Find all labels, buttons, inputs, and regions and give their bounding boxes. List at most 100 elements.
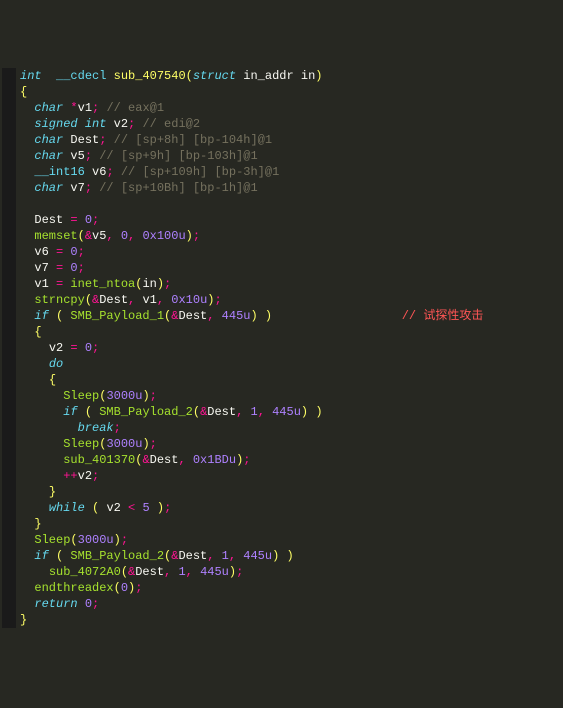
line-gutter	[2, 372, 16, 388]
line-gutter	[2, 292, 16, 308]
token-fn: SMB_Payload_1	[70, 309, 164, 323]
token-paren: {	[34, 325, 41, 339]
code-line: char v7; // [sp+10Bh] [bp-1h]@1	[0, 180, 563, 196]
token-op: ;	[236, 565, 243, 579]
token-op: ;	[106, 165, 113, 179]
token-op: ;	[214, 293, 221, 307]
token-var: Dest	[99, 293, 128, 307]
line-gutter	[2, 196, 16, 212]
token-plain	[20, 229, 34, 243]
code-line: strncpy(&Dest, v1, 0x10u);	[0, 292, 563, 308]
token-num: 3000u	[78, 533, 114, 547]
token-op: ,	[164, 565, 171, 579]
token-kw: if	[34, 309, 48, 323]
token-plain	[20, 357, 49, 371]
code-line: do	[0, 356, 563, 372]
code-line: {	[0, 372, 563, 388]
token-plain	[20, 437, 63, 451]
token-num: 445u	[272, 405, 301, 419]
token-plain	[171, 565, 178, 579]
token-plain	[20, 213, 34, 227]
line-gutter	[2, 452, 16, 468]
token-op: ;	[164, 277, 171, 291]
token-num: 0x10u	[171, 293, 207, 307]
token-var: v7	[70, 181, 84, 195]
token-kw: int	[20, 69, 42, 83]
token-plain	[20, 245, 34, 259]
token-kw: while	[49, 501, 85, 515]
token-plain	[78, 117, 85, 131]
code-line: if ( SMB_Payload_2(&Dest, 1, 445u) )	[0, 548, 563, 564]
token-num: 0	[85, 341, 92, 355]
token-plain	[106, 117, 113, 131]
token-plain	[20, 149, 34, 163]
token-num: 445u	[200, 565, 229, 579]
token-plain	[114, 165, 121, 179]
token-comment: // [sp+109h] [bp-3h]@1	[121, 165, 279, 179]
token-var: Dest	[150, 453, 179, 467]
line-gutter	[2, 580, 16, 596]
token-op: ,	[229, 549, 236, 563]
token-plain	[20, 453, 63, 467]
token-plain	[78, 213, 85, 227]
line-gutter	[2, 180, 16, 196]
token-plain	[85, 501, 92, 515]
token-plain	[78, 405, 85, 419]
token-paren: )	[265, 309, 272, 323]
code-line: if ( SMB_Payload_2(&Dest, 1, 445u) )	[0, 404, 563, 420]
token-num: 0x100u	[142, 229, 185, 243]
token-fn: SMB_Payload_2	[99, 405, 193, 419]
token-op: ,	[157, 293, 164, 307]
token-op: ,	[258, 405, 265, 419]
token-paren: }	[20, 613, 27, 627]
token-fn: sub_4072A0	[49, 565, 121, 579]
line-gutter	[2, 468, 16, 484]
token-paren: )	[186, 229, 193, 243]
line-gutter	[2, 532, 16, 548]
token-paren: )	[315, 405, 322, 419]
token-comment: // [sp+10Bh] [bp-1h]@1	[99, 181, 257, 195]
token-var: v2	[78, 469, 92, 483]
token-plain	[186, 453, 193, 467]
token-comment: // edi@2	[142, 117, 200, 131]
token-plain	[20, 309, 34, 323]
code-line: Dest = 0;	[0, 212, 563, 228]
token-op: ,	[186, 565, 193, 579]
token-paren: )	[157, 501, 164, 515]
token-paren: (	[121, 565, 128, 579]
token-plain	[265, 405, 272, 419]
token-type: __int16	[34, 165, 84, 179]
token-plain	[193, 565, 200, 579]
token-kw: if	[34, 549, 48, 563]
token-plain	[20, 389, 63, 403]
token-op: &	[128, 565, 135, 579]
line-gutter	[2, 548, 16, 564]
token-plain	[106, 133, 113, 147]
token-plain	[49, 261, 56, 275]
token-plain	[20, 501, 49, 515]
decompiler-view: int __cdecl sub_407540(struct in_addr in…	[0, 68, 563, 628]
token-num: 0	[85, 597, 92, 611]
token-plain	[20, 597, 34, 611]
token-var: Dest	[178, 549, 207, 563]
token-op: &	[142, 453, 149, 467]
token-kw: do	[49, 357, 63, 371]
token-plain	[20, 421, 78, 435]
token-plain	[20, 293, 34, 307]
token-op: ;	[92, 341, 99, 355]
code-line: v2 = 0;	[0, 340, 563, 356]
token-op: ;	[85, 149, 92, 163]
code-line: }	[0, 516, 563, 532]
token-op: *	[70, 101, 77, 115]
token-num: 1	[250, 405, 257, 419]
line-gutter	[2, 324, 16, 340]
code-line: char Dest; // [sp+8h] [bp-104h]@1	[0, 132, 563, 148]
token-var: v1	[142, 293, 156, 307]
code-line: Sleep(3000u);	[0, 532, 563, 548]
token-plain	[20, 405, 63, 419]
line-gutter	[2, 164, 16, 180]
token-plain	[106, 69, 113, 83]
code-line: sub_401370(&Dest, 0x1BDu);	[0, 452, 563, 468]
token-op: =	[70, 341, 77, 355]
token-plain	[49, 245, 56, 259]
